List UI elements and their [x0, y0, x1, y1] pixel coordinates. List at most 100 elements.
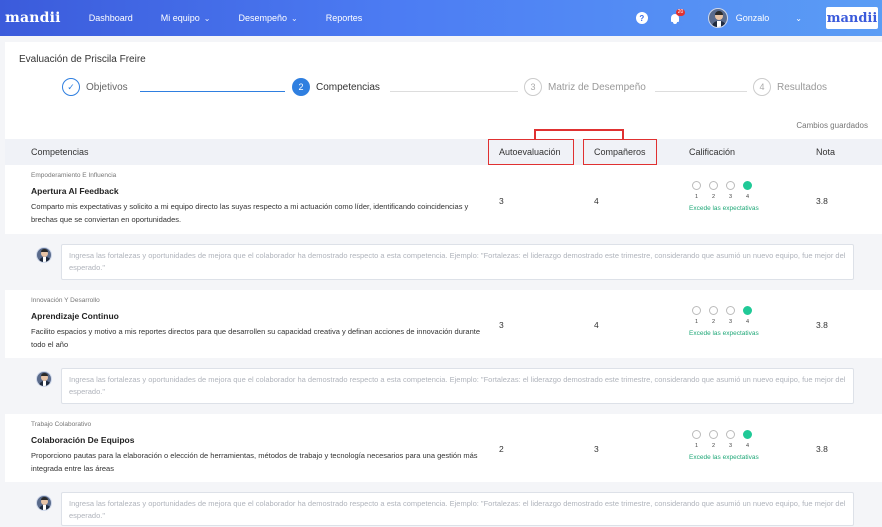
- avatar-shirt: [43, 505, 46, 510]
- step-label: Objetivos: [86, 81, 128, 93]
- rating-scale-label: 3: [729, 194, 733, 200]
- competency-name: Apertura Al Feedback: [31, 186, 119, 196]
- avatar-shirt: [43, 381, 46, 386]
- step-matriz[interactable]: 3 Matriz de Desempeño: [524, 78, 646, 96]
- rating-scale-label: 4: [746, 319, 750, 325]
- rating-scale-label: 2: [712, 194, 716, 200]
- competency-row: Trabajo Colaborativo Colaboración De Equ…: [5, 416, 882, 481]
- avatar-shirt: [43, 257, 46, 262]
- rating-scale-label: 3: [729, 319, 733, 325]
- competency-category: Innovación Y Desarrollo: [31, 297, 100, 304]
- competency-category: Empoderamiento E Influencia: [31, 172, 117, 179]
- step-connector: [390, 91, 518, 92]
- rating-scale-label: 1: [695, 194, 699, 200]
- bell-clapper: [672, 22, 677, 24]
- app-logo[interactable]: mandii: [5, 10, 61, 26]
- rating-radio-3[interactable]: [726, 181, 735, 190]
- step-resultados[interactable]: 4 Resultados: [753, 78, 827, 96]
- user-area: ? 20 Gonzalo ⌄ mandii: [635, 0, 882, 36]
- competency-description: Proporciono pautas para la elaboración o…: [31, 451, 478, 473]
- annotation-highlight-companeros: [583, 139, 657, 165]
- notification-badge: 20: [675, 9, 686, 16]
- evaluation-stepper: ✓ Objetivos 2 Competencias 3 Matriz de D…: [5, 78, 882, 104]
- main-nav: Dashboard Mi equipo ⌄ Desempeño ⌄ Reportes: [89, 13, 391, 23]
- rating-radio-group: [692, 306, 752, 315]
- page-title: Evaluación de Priscila Freire: [19, 54, 146, 65]
- rating-scale-label: 4: [746, 443, 750, 449]
- companeros-score: 4: [594, 320, 599, 330]
- rating-radio-4[interactable]: [743, 306, 752, 315]
- feedback-row: [5, 358, 882, 414]
- competency-row: Innovación Y Desarrollo Aprendizaje Cont…: [5, 292, 882, 357]
- avatar-hair: [41, 497, 48, 500]
- rating-radio-2[interactable]: [709, 181, 718, 190]
- rating-radio-group: [692, 430, 752, 439]
- rating-radio-2[interactable]: [709, 430, 718, 439]
- feedback-input[interactable]: [61, 492, 854, 526]
- nav-item-desempeno[interactable]: Desempeño ⌄: [238, 13, 297, 23]
- nav-item-mi-equipo[interactable]: Mi equipo ⌄: [161, 13, 211, 23]
- nav-item-label: Desempeño: [238, 13, 287, 23]
- rating-scale-labels: 1 2 3 4: [695, 443, 763, 449]
- chevron-down-icon[interactable]: ⌄: [795, 14, 802, 23]
- step-number: 4: [753, 78, 771, 96]
- evaluation-card: Evaluación de Priscila Freire ✓ Objetivo…: [5, 42, 882, 527]
- chevron-down-icon: ⌄: [291, 13, 298, 23]
- nav-item-dashboard[interactable]: Dashboard: [89, 13, 133, 23]
- help-icon[interactable]: ?: [635, 12, 648, 24]
- competency-row: Empoderamiento E Influencia Apertura Al …: [5, 167, 882, 232]
- rating-radio-3[interactable]: [726, 430, 735, 439]
- user-avatar[interactable]: [707, 8, 728, 28]
- nota-value: 3.8: [816, 320, 828, 330]
- notification-bell-icon[interactable]: 20: [670, 9, 686, 24]
- step-connector: [140, 91, 285, 92]
- autoevaluacion-score: 3: [499, 320, 504, 330]
- rating-radio-4[interactable]: [743, 430, 752, 439]
- user-name[interactable]: Gonzalo: [736, 13, 770, 23]
- competency-category: Trabajo Colaborativo: [31, 421, 92, 428]
- header-calificacion: Calificación: [689, 147, 736, 157]
- feedback-input[interactable]: [61, 244, 854, 280]
- rating-label: Excede las expectativas: [689, 330, 759, 337]
- rating-scale-label: 2: [712, 319, 716, 325]
- header-competencias: Competencias: [31, 147, 89, 157]
- step-label: Competencias: [316, 81, 380, 93]
- rating-label: Excede las expectativas: [689, 205, 759, 212]
- competency-name: Colaboración De Equipos: [31, 435, 135, 445]
- rating-scale-labels: 1 2 3 4: [695, 319, 763, 325]
- rating-radio-1[interactable]: [692, 306, 701, 315]
- rating-scale-label: 4: [746, 194, 750, 200]
- chevron-down-icon: ⌄: [203, 13, 211, 23]
- autoevaluacion-score: 2: [499, 444, 504, 454]
- rating-radio-4[interactable]: [743, 181, 752, 190]
- evaluator-avatar: [36, 495, 52, 511]
- nota-value: 3.8: [816, 444, 828, 454]
- step-connector: [655, 91, 747, 92]
- evaluator-avatar: [36, 247, 52, 263]
- header-nota: Nota: [816, 147, 836, 157]
- step-objetivos[interactable]: ✓ Objetivos: [62, 78, 128, 96]
- rating-scale-label: 1: [695, 319, 699, 325]
- step-competencias[interactable]: 2 Competencias: [292, 78, 380, 96]
- feedback-input[interactable]: [61, 368, 854, 404]
- avatar-hair: [714, 11, 723, 15]
- rating-radio-1[interactable]: [692, 181, 701, 190]
- top-nav-bar: mandii Dashboard Mi equipo ⌄ Desempeño ⌄ R…: [0, 0, 882, 36]
- rating-radio-group: [692, 181, 752, 190]
- avatar-hair: [41, 373, 48, 376]
- nav-item-reportes[interactable]: Reportes: [326, 13, 363, 23]
- rating-scale-label: 2: [712, 443, 716, 449]
- rating-radio-2[interactable]: [709, 306, 718, 315]
- nav-item-label: Dashboard: [88, 13, 133, 23]
- rating-scale-label: 3: [729, 443, 733, 449]
- table-header: Competencias Autoevaluación Compañeros C…: [5, 139, 882, 165]
- competency-name: Aprendizaje Continuo: [31, 311, 119, 321]
- avatar-shirt: [716, 21, 721, 27]
- step-number: 2: [292, 78, 310, 96]
- rating-radio-1[interactable]: [692, 430, 701, 439]
- rating-radio-3[interactable]: [726, 306, 735, 315]
- rating-scale-labels: 1 2 3 4: [695, 194, 763, 200]
- step-number: 3: [524, 78, 542, 96]
- annotation-connector: [534, 129, 624, 131]
- competency-description: Facilito espacios y motivo a mis reporte…: [31, 327, 480, 349]
